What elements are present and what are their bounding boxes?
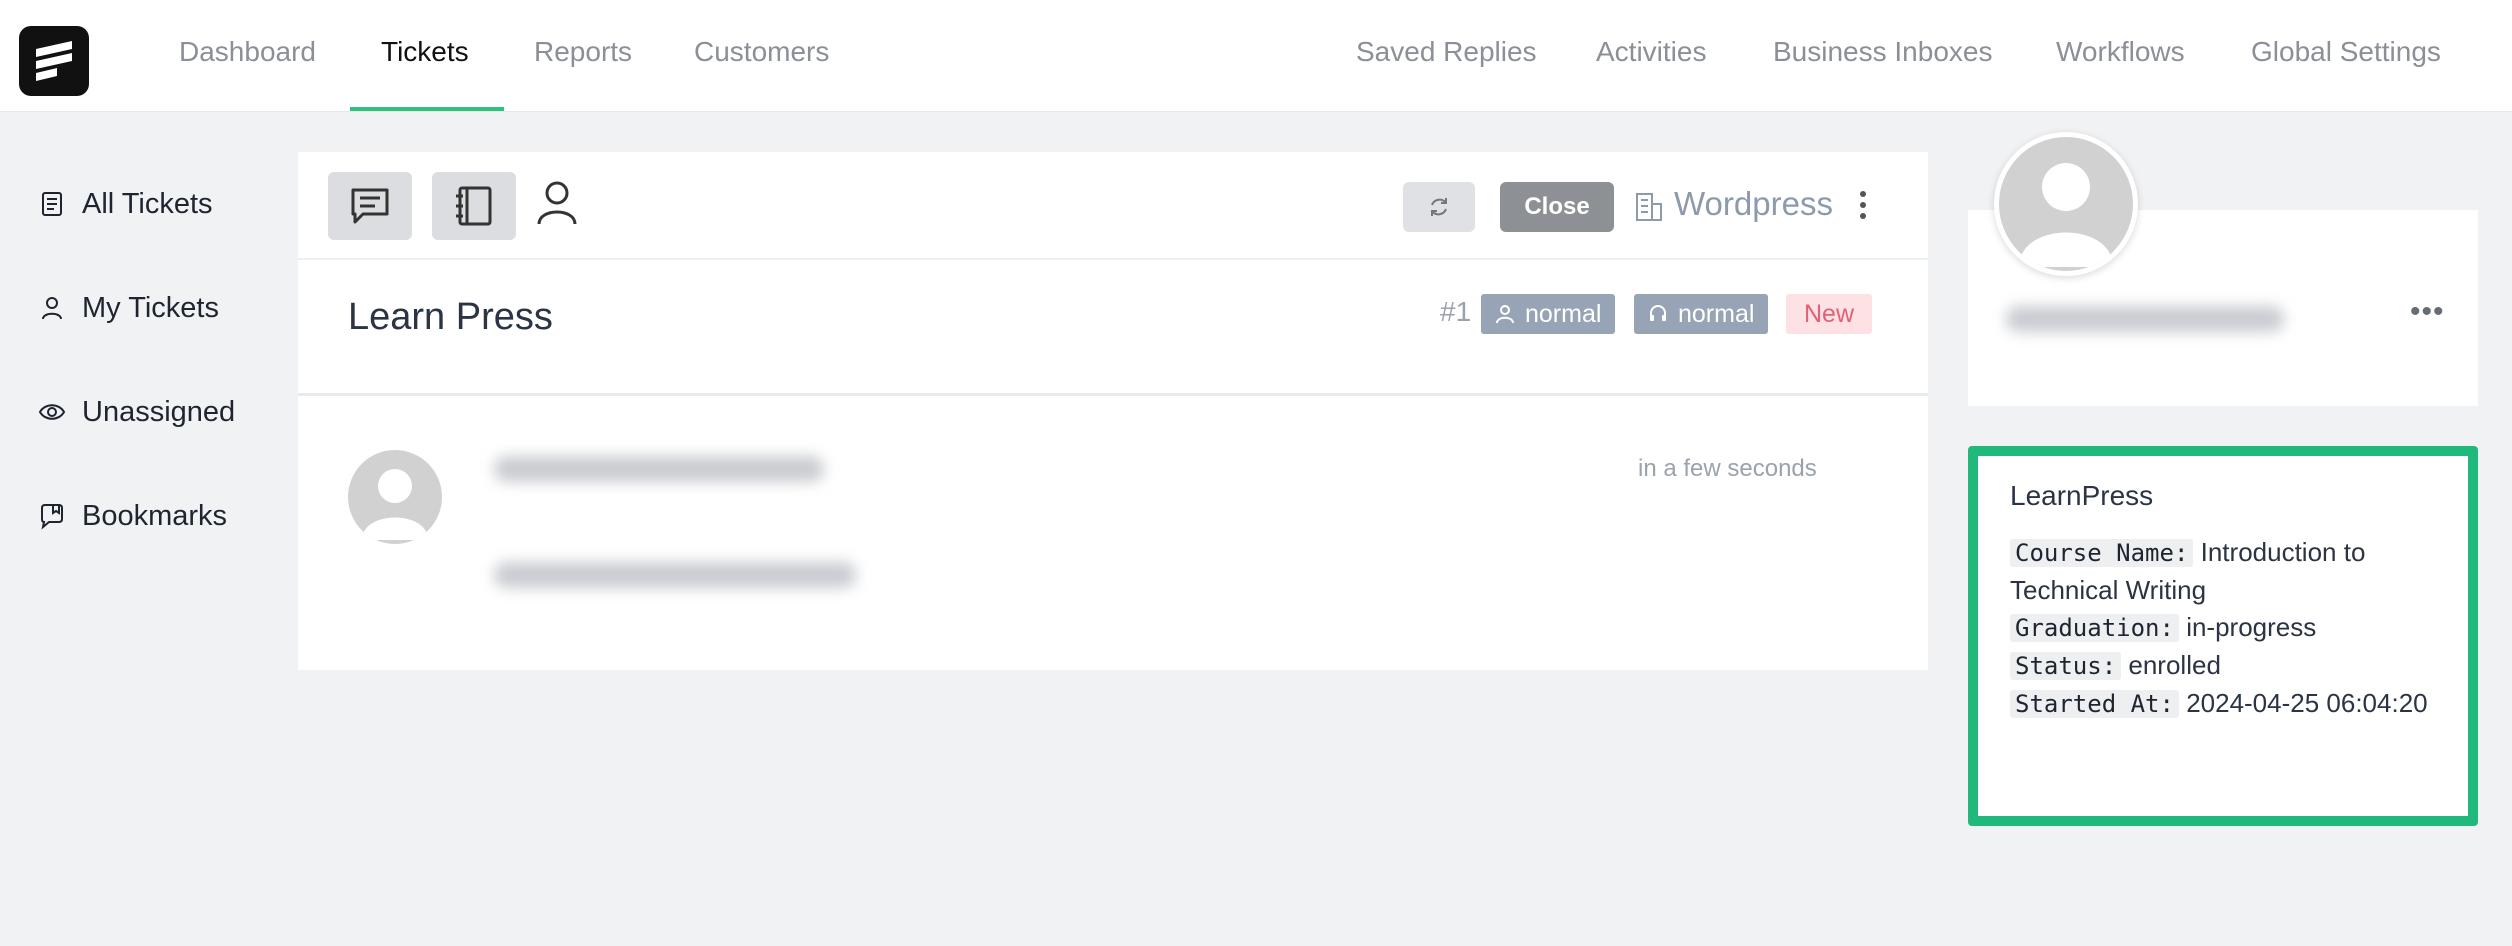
default-avatar-icon: [362, 469, 428, 540]
field-key: Graduation:: [2010, 614, 2179, 642]
learnpress-field: Started At: 2024-04-25 06:04:20: [2010, 685, 2450, 723]
top-navigation: Dashboard Tickets Reports Customers Save…: [0, 0, 2512, 112]
nav-customers[interactable]: Customers: [694, 36, 829, 68]
logo-icon: [36, 41, 72, 81]
learnpress-details: Course Name: Introduction to Technical W…: [2010, 534, 2450, 723]
user-icon: [42, 297, 62, 320]
ticket-panel: Close Wordpress: [298, 152, 1928, 670]
headset-icon: [1650, 305, 1666, 321]
sidebar-item-bookmarks[interactable]: Bookmarks: [38, 496, 227, 536]
refresh-button[interactable]: [1403, 182, 1475, 232]
building-icon: [1636, 193, 1662, 221]
app-logo[interactable]: [19, 26, 89, 96]
redacted-sender-name: [494, 456, 824, 482]
field-value: in-progress: [2186, 612, 2317, 642]
agent-priority-badge: normal: [1634, 294, 1769, 334]
message-timestamp: in a few seconds: [1638, 455, 1817, 482]
message-avatar: [348, 450, 442, 544]
learnpress-field: Course Name: Introduction to Technical W…: [2010, 534, 2450, 609]
field-value: 2024-04-25 06:04:20: [2186, 688, 2428, 718]
learnpress-title: LearnPress: [2010, 480, 2154, 511]
ticket-toolbar: Close Wordpress: [298, 152, 1928, 260]
user-icon: [1496, 305, 1514, 324]
customer-profile-icon[interactable]: [536, 180, 578, 226]
redacted-message-body: [494, 562, 856, 588]
nav-business-inboxes[interactable]: Business Inboxes: [1773, 36, 1992, 68]
learnpress-field: Graduation: in-progress: [2010, 609, 2450, 647]
nav-global-settings[interactable]: Global Settings: [2251, 36, 2441, 68]
inbox-name[interactable]: Wordpress: [1674, 185, 1833, 223]
sidebar-item-label: My Tickets: [82, 291, 219, 324]
redacted-customer-email: [2006, 306, 2284, 332]
sidebar-item-label: All Tickets: [82, 187, 213, 220]
badge-label: normal: [1525, 300, 1602, 328]
nav-reports[interactable]: Reports: [534, 36, 632, 68]
nav-active-underline: [350, 107, 504, 111]
status-badge: New: [1786, 294, 1872, 334]
learnpress-field: Status: enrolled: [2010, 647, 2450, 685]
nav-activities[interactable]: Activities: [1596, 36, 1706, 68]
badge-label: normal: [1678, 300, 1755, 328]
notebook-icon: [456, 186, 492, 226]
nav-dashboard[interactable]: Dashboard: [179, 36, 316, 68]
notes-view-button[interactable]: [432, 172, 516, 240]
default-avatar-icon: [2019, 163, 2113, 267]
chat-icon: [351, 188, 389, 224]
nav-tickets[interactable]: Tickets: [381, 36, 469, 68]
sidebar-item-unassigned[interactable]: Unassigned: [38, 392, 235, 432]
field-key: Started At:: [2010, 690, 2179, 718]
sidebar-item-label: Unassigned: [82, 395, 236, 428]
conversation-view-button[interactable]: [328, 172, 412, 240]
field-value: enrolled: [2128, 650, 2221, 680]
field-key: Course Name:: [2010, 539, 2194, 567]
close-ticket-button[interactable]: Close: [1500, 182, 1614, 232]
field-key: Status:: [2010, 652, 2122, 680]
ticket-number: #1: [1440, 296, 1472, 327]
nav-saved-replies[interactable]: Saved Replies: [1356, 36, 1537, 68]
nav-workflows[interactable]: Workflows: [2056, 36, 2185, 68]
sidebar-item-all-tickets[interactable]: All Tickets: [38, 184, 213, 224]
eye-icon: [38, 404, 66, 420]
profile-more-button[interactable]: •••: [2410, 297, 2445, 327]
more-options-icon[interactable]: [1858, 190, 1868, 220]
customer-avatar: [1994, 132, 2138, 276]
document-icon: [42, 192, 62, 216]
sidebar-item-my-tickets[interactable]: My Tickets: [38, 288, 219, 328]
customer-priority-badge: normal: [1481, 294, 1616, 334]
bookmark-chat-icon: [41, 504, 63, 530]
ticket-title: Learn Press: [348, 296, 553, 338]
sidebar-item-label: Bookmarks: [82, 499, 228, 532]
refresh-icon: [1431, 198, 1447, 216]
